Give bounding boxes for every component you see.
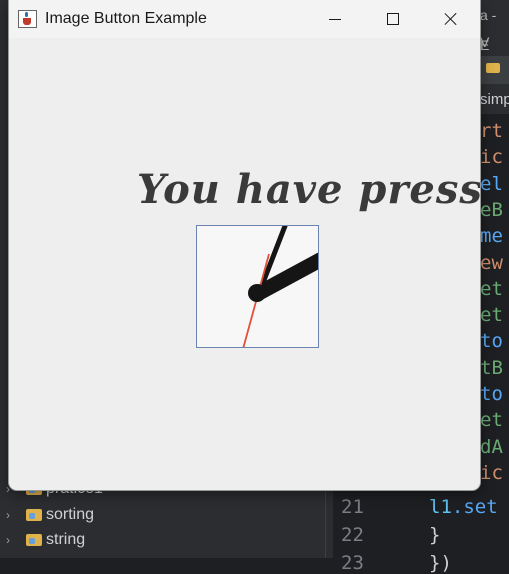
maximize-icon xyxy=(387,13,399,25)
ide-tab-strip[interactable] xyxy=(478,56,509,84)
code-line: l1.set xyxy=(429,496,498,518)
image-button-window: Image Button Example You have press. xyxy=(9,0,480,490)
minimize-icon xyxy=(329,18,341,20)
pressed-message-label: You have press. xyxy=(137,166,480,213)
ide-editor-tab[interactable]: simp xyxy=(478,86,509,114)
folder-icon xyxy=(486,63,500,73)
line-number: 22 xyxy=(341,524,364,546)
code-fragment: ic xyxy=(480,461,503,484)
chevron-right-icon: › xyxy=(6,533,10,547)
minimize-button[interactable] xyxy=(306,0,364,38)
code-fragment: to xyxy=(480,383,503,405)
tree-item[interactable]: › sorting xyxy=(0,502,94,528)
tree-item-label: sorting xyxy=(46,505,95,523)
code-fragment: et xyxy=(480,277,503,300)
code-fragment: rt xyxy=(480,120,503,142)
code-editor[interactable]: 21 l1.set 22 } 23 }) xyxy=(333,490,509,574)
package-icon xyxy=(26,508,42,521)
window-title: Image Button Example xyxy=(45,10,207,27)
line-number: 21 xyxy=(341,496,364,518)
code-fragment: el xyxy=(480,172,503,195)
code-line: }) xyxy=(429,552,452,574)
package-icon xyxy=(26,534,42,546)
code-fragment: tB xyxy=(480,356,503,379)
code-fragment: to xyxy=(480,330,503,353)
code-fragment: ew xyxy=(480,251,503,274)
maximize-button[interactable] xyxy=(364,0,422,38)
code-fragment: dA xyxy=(480,435,503,458)
ide-title-fragment: a - E xyxy=(480,7,497,53)
tree-item[interactable]: › string xyxy=(0,527,85,553)
code-fragment: et xyxy=(480,304,503,327)
code-fragment: et xyxy=(480,409,503,432)
title-bar[interactable]: Image Button Example xyxy=(9,0,480,38)
line-number: 23 xyxy=(341,552,364,574)
package-explorer-tree: ›pratice1›sorting›string xyxy=(0,478,330,558)
image-button[interactable] xyxy=(196,225,319,348)
tree-item-label: string xyxy=(46,531,86,548)
code-fragment: me xyxy=(480,225,503,248)
clock-hands-image xyxy=(197,226,318,347)
java-app-icon xyxy=(18,10,37,28)
ide-menu-fragment[interactable]: V xyxy=(480,30,509,54)
code-fragment: eB xyxy=(480,198,503,221)
close-icon xyxy=(444,12,458,26)
code-fragment: ic xyxy=(480,146,503,169)
close-button[interactable] xyxy=(422,0,480,38)
chevron-right-icon: › xyxy=(6,507,10,522)
content-pane: You have press. xyxy=(9,38,480,490)
code-line: } xyxy=(429,524,441,546)
